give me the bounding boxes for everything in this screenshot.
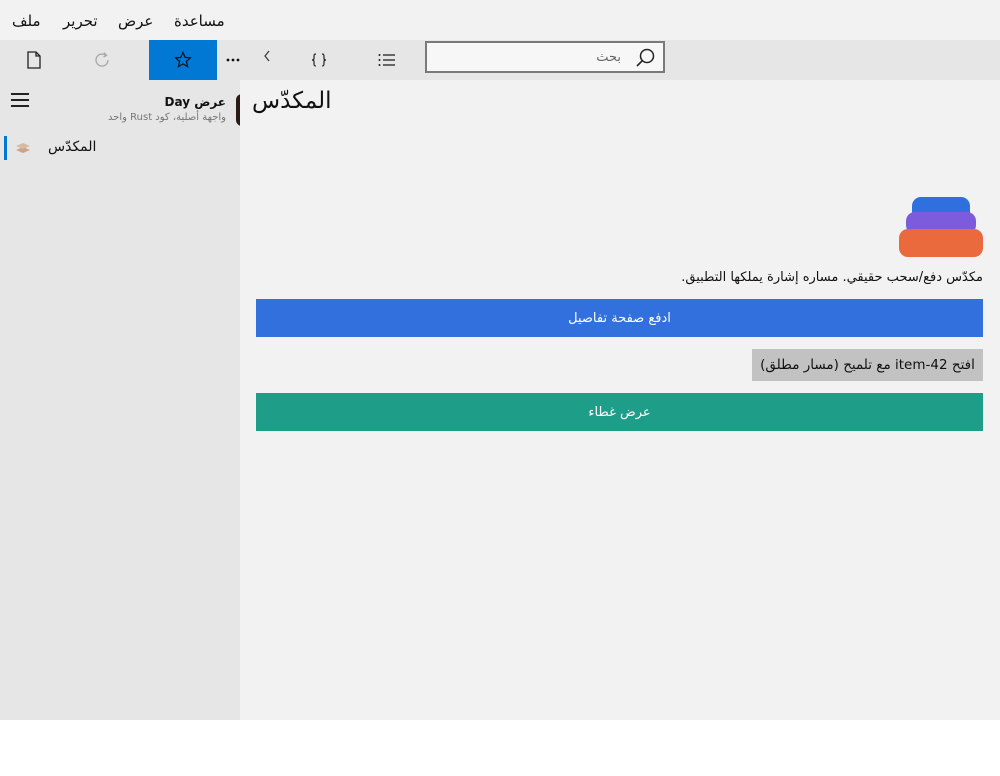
search-box (425, 41, 665, 73)
page-description: مكدّس دفع/سحب حقيقي. مساره إشارة يملكها … (681, 270, 983, 285)
stack-illustration (898, 197, 984, 259)
sidebar-item-label: المكدّس (48, 139, 97, 155)
sidebar: عرض Day واجهة أصلية، كود Rust واحد المكد… (0, 80, 246, 720)
list-icon (378, 54, 395, 66)
list-button[interactable] (353, 40, 421, 80)
code-button[interactable] (285, 40, 353, 80)
open-item-button[interactable]: افتح item-42 مع تلميح (مسار مطلق) (752, 349, 983, 381)
more-icon (226, 58, 240, 62)
page-title: المكدّس (252, 88, 332, 114)
new-document-button[interactable] (0, 40, 68, 80)
app-window: ملف تحرير عرض مساعدة بحث عرض Day واجهة أ… (0, 0, 1000, 720)
hamburger-menu-icon[interactable] (11, 92, 29, 108)
menu-bar: ملف تحرير عرض مساعدة (0, 0, 1000, 40)
menu-view[interactable]: عرض (118, 11, 153, 31)
show-sheet-button[interactable]: عرض غطاء (256, 393, 983, 431)
search-icon[interactable] (635, 47, 657, 69)
menu-edit[interactable]: تحرير (63, 11, 98, 31)
sidebar-item-stack[interactable]: المكدّس (4, 136, 240, 160)
main-content: المكدّس مكدّس دفع/سحب حقيقي. مساره إشارة… (240, 80, 1000, 720)
new-document-icon (27, 51, 41, 69)
selection-indicator (4, 136, 7, 160)
app-title: عرض Day (164, 95, 227, 109)
app-subtitle: واجهة أصلية، كود Rust واحد (107, 112, 226, 123)
favorites-button[interactable] (149, 40, 217, 80)
stack-layer-bottom (899, 229, 983, 257)
back-button[interactable] (252, 40, 282, 72)
more-button[interactable] (217, 40, 249, 80)
search-input[interactable] (427, 43, 627, 71)
push-details-button[interactable]: ادفع صفحة تفاصيل (256, 299, 983, 337)
refresh-button[interactable] (68, 40, 136, 80)
star-icon (174, 51, 192, 68)
chevron-left-icon (264, 50, 270, 62)
braces-icon (311, 53, 327, 67)
menu-help[interactable]: مساعدة (174, 11, 225, 31)
refresh-icon (95, 52, 109, 67)
menu-file[interactable]: ملف (12, 11, 41, 31)
toolbar (0, 40, 1000, 80)
layers-icon (16, 143, 30, 153)
